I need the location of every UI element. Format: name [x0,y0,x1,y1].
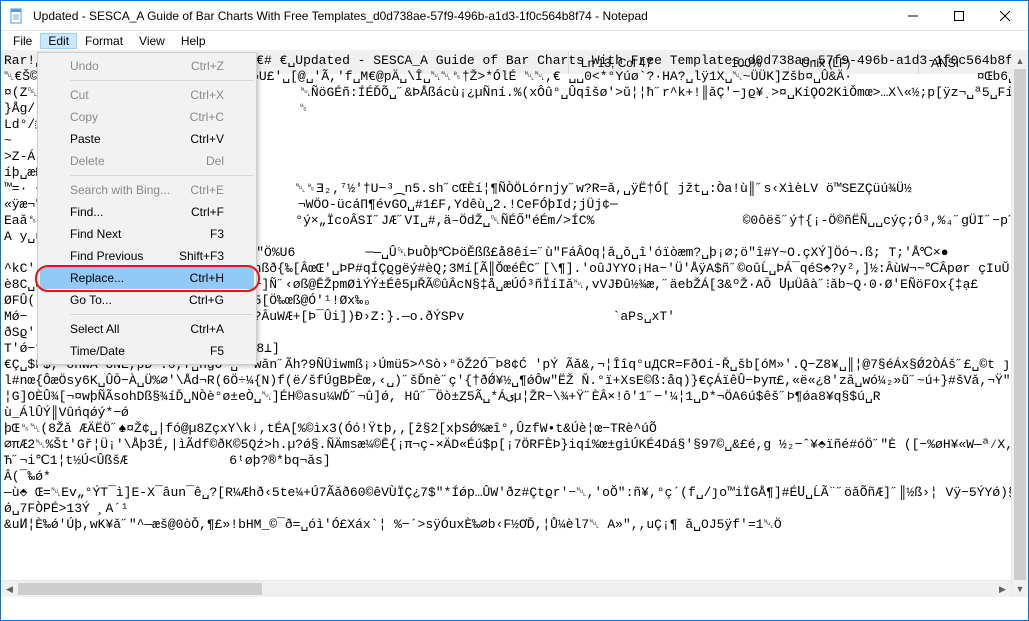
menu-find-next[interactable]: Find NextF3 [40,223,254,245]
scroll-down-arrow-icon[interactable]: ▼ [1012,580,1028,597]
scroll-thumb-horizontal[interactable] [18,583,262,595]
menu-goto[interactable]: Go To...Ctrl+G [40,289,254,311]
scroll-up-arrow-icon[interactable]: ▲ [1012,52,1028,69]
titlebar: Updated - SESCA_A Guide of Bar Charts Wi… [1,1,1028,31]
menu-edit[interactable]: Edit [40,33,77,49]
scroll-right-arrow-icon[interactable]: ▶ [994,581,1011,597]
menu-paste[interactable]: PasteCtrl+V [40,128,254,150]
menu-search-bing[interactable]: Search with Bing...Ctrl+E [40,179,254,201]
scroll-left-arrow-icon[interactable]: ◀ [1,581,18,597]
menu-find-previous[interactable]: Find PreviousShift+F3 [40,245,254,267]
menu-time-date[interactable]: Time/DateF5 [40,340,254,362]
menu-select-all[interactable]: Select AllCtrl+A [40,318,254,340]
menu-separator [70,80,253,81]
menu-format[interactable]: Format [77,33,131,49]
menu-cut[interactable]: CutCtrl+X [40,84,254,106]
menu-separator [70,314,253,315]
window-title: Updated - SESCA_A Guide of Bar Charts Wi… [33,9,890,23]
menu-file[interactable]: File [5,33,40,49]
minimize-button[interactable] [890,1,936,30]
menu-undo[interactable]: UndoCtrl+Z [40,55,254,77]
scroll-thumb-vertical[interactable] [1014,69,1026,580]
menubar: File Edit Format View Help [1,31,1028,51]
menu-view[interactable]: View [131,33,173,49]
edit-menu-dropdown: UndoCtrl+Z CutCtrl+X CopyCtrl+C PasteCtr… [37,52,257,365]
menu-help[interactable]: Help [173,33,214,49]
maximize-button[interactable] [936,1,982,30]
menu-copy[interactable]: CopyCtrl+C [40,106,254,128]
menu-find[interactable]: Find...Ctrl+F [40,201,254,223]
notepad-icon [9,8,25,24]
close-button[interactable] [982,1,1028,30]
menu-separator [70,175,253,176]
vertical-scrollbar[interactable]: ▲ ▼ [1011,52,1028,597]
horizontal-scrollbar[interactable]: ◀ ▶ [1,580,1011,597]
menu-replace[interactable]: Replace...Ctrl+H [40,267,254,289]
menu-delete[interactable]: DeleteDel [40,150,254,172]
